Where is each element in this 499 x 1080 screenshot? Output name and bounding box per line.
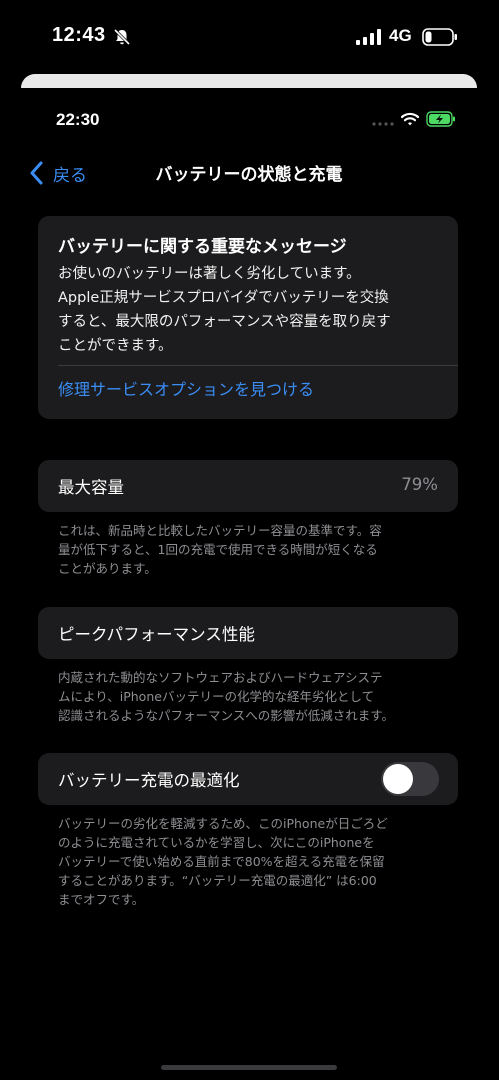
footnote-line: ことがあります。 [58,561,157,576]
signal-dots-icon [372,122,394,126]
toggle-knob [383,764,413,794]
outer-status-bar: 12:43 4G [0,0,499,70]
max-capacity-value: 79% [401,475,438,494]
battery-message-card: バッテリーに関する重要なメッセージ お使いのバッテリーは著しく劣化しています。 … [38,216,458,419]
max-capacity-label: 最大容量 [58,478,124,497]
footnote-line: 量が低下すると、1回の充電で使用できる時間が短くなる [58,542,378,557]
footnote-line: までオフです。 [58,892,145,907]
max-capacity-footnote: これは、新品時と比較したバッテリー容量の基準です。容 量が低下すると、1回の充電… [58,521,443,578]
footnote-line: することがあります。“バッテリー充電の最適化” は6:00 [58,873,377,888]
message-line: お使いのバッテリーは著しく劣化しています。 [58,266,361,282]
find-repair-options-link[interactable]: 修理サービスオプションを見つける [58,376,314,400]
divider [58,365,458,366]
inner-status-time: 22:30 [56,110,100,129]
battery-low-icon [422,28,457,46]
message-line: すると、最大限のパフォーマンスや容量を取り戻す [58,314,391,330]
outer-status-time: 12:43 [52,24,106,46]
footnote-line: のように充電されているかを学習し、次にこのiPhoneを [58,835,375,850]
page-title: バッテリーの状態と充電 [155,165,343,185]
footnote-line: バッテリーで使い始める直前まで80%を超える充電を保留 [58,854,385,869]
cellular-signal-icon [356,29,381,45]
footnote-line: 認識されるようなパフォーマンスへの影響が低減されます。 [58,708,395,723]
optimized-charging-toggle[interactable] [381,762,439,796]
settings-screenshot-card: 22:30 戻る バッテリーの状態と充電 バッテリーに関する重要なメッセージ お… [21,74,477,1080]
wifi-icon [401,112,419,126]
peak-performance-label: ピークパフォーマンス性能 [58,625,255,644]
bell-slash-icon [113,28,131,46]
optimized-charging-footnote: バッテリーの劣化を軽減するため、このiPhoneが日ごろど のように充電されてい… [58,814,443,909]
peak-performance-footnote: 内蔵された動的なソフトウェアおよびハードウェアシステ ムにより、iPhoneバッ… [58,668,443,725]
footnote-line: バッテリーの劣化を軽減するため、このiPhoneが日ごろど [58,816,388,831]
message-title: バッテリーに関する重要なメッセージ [58,237,347,257]
max-capacity-row: 最大容量 79% [38,460,458,512]
network-type-label: 4G [389,26,412,45]
footnote-line: ムにより、iPhoneバッテリーの化学的な経年劣化として [58,689,375,704]
message-line: ことができます。 [58,338,173,354]
message-line: Apple正規サービスプロバイダでバッテリーを交換 [58,290,389,306]
message-body: お使いのバッテリーは著しく劣化しています。 Apple正規サービスプロバイダでバ… [58,262,443,358]
battery-charging-icon [426,111,455,127]
footnote-line: これは、新品時と比較したバッテリー容量の基準です。容 [58,523,382,538]
optimized-charging-row: バッテリー充電の最適化 [38,753,458,805]
optimized-charging-label: バッテリー充電の最適化 [58,771,240,790]
peak-performance-row: ピークパフォーマンス性能 [38,607,458,659]
home-indicator[interactable] [161,1065,337,1070]
footnote-line: 内蔵された動的なソフトウェアおよびハードウェアシステ [58,670,383,685]
